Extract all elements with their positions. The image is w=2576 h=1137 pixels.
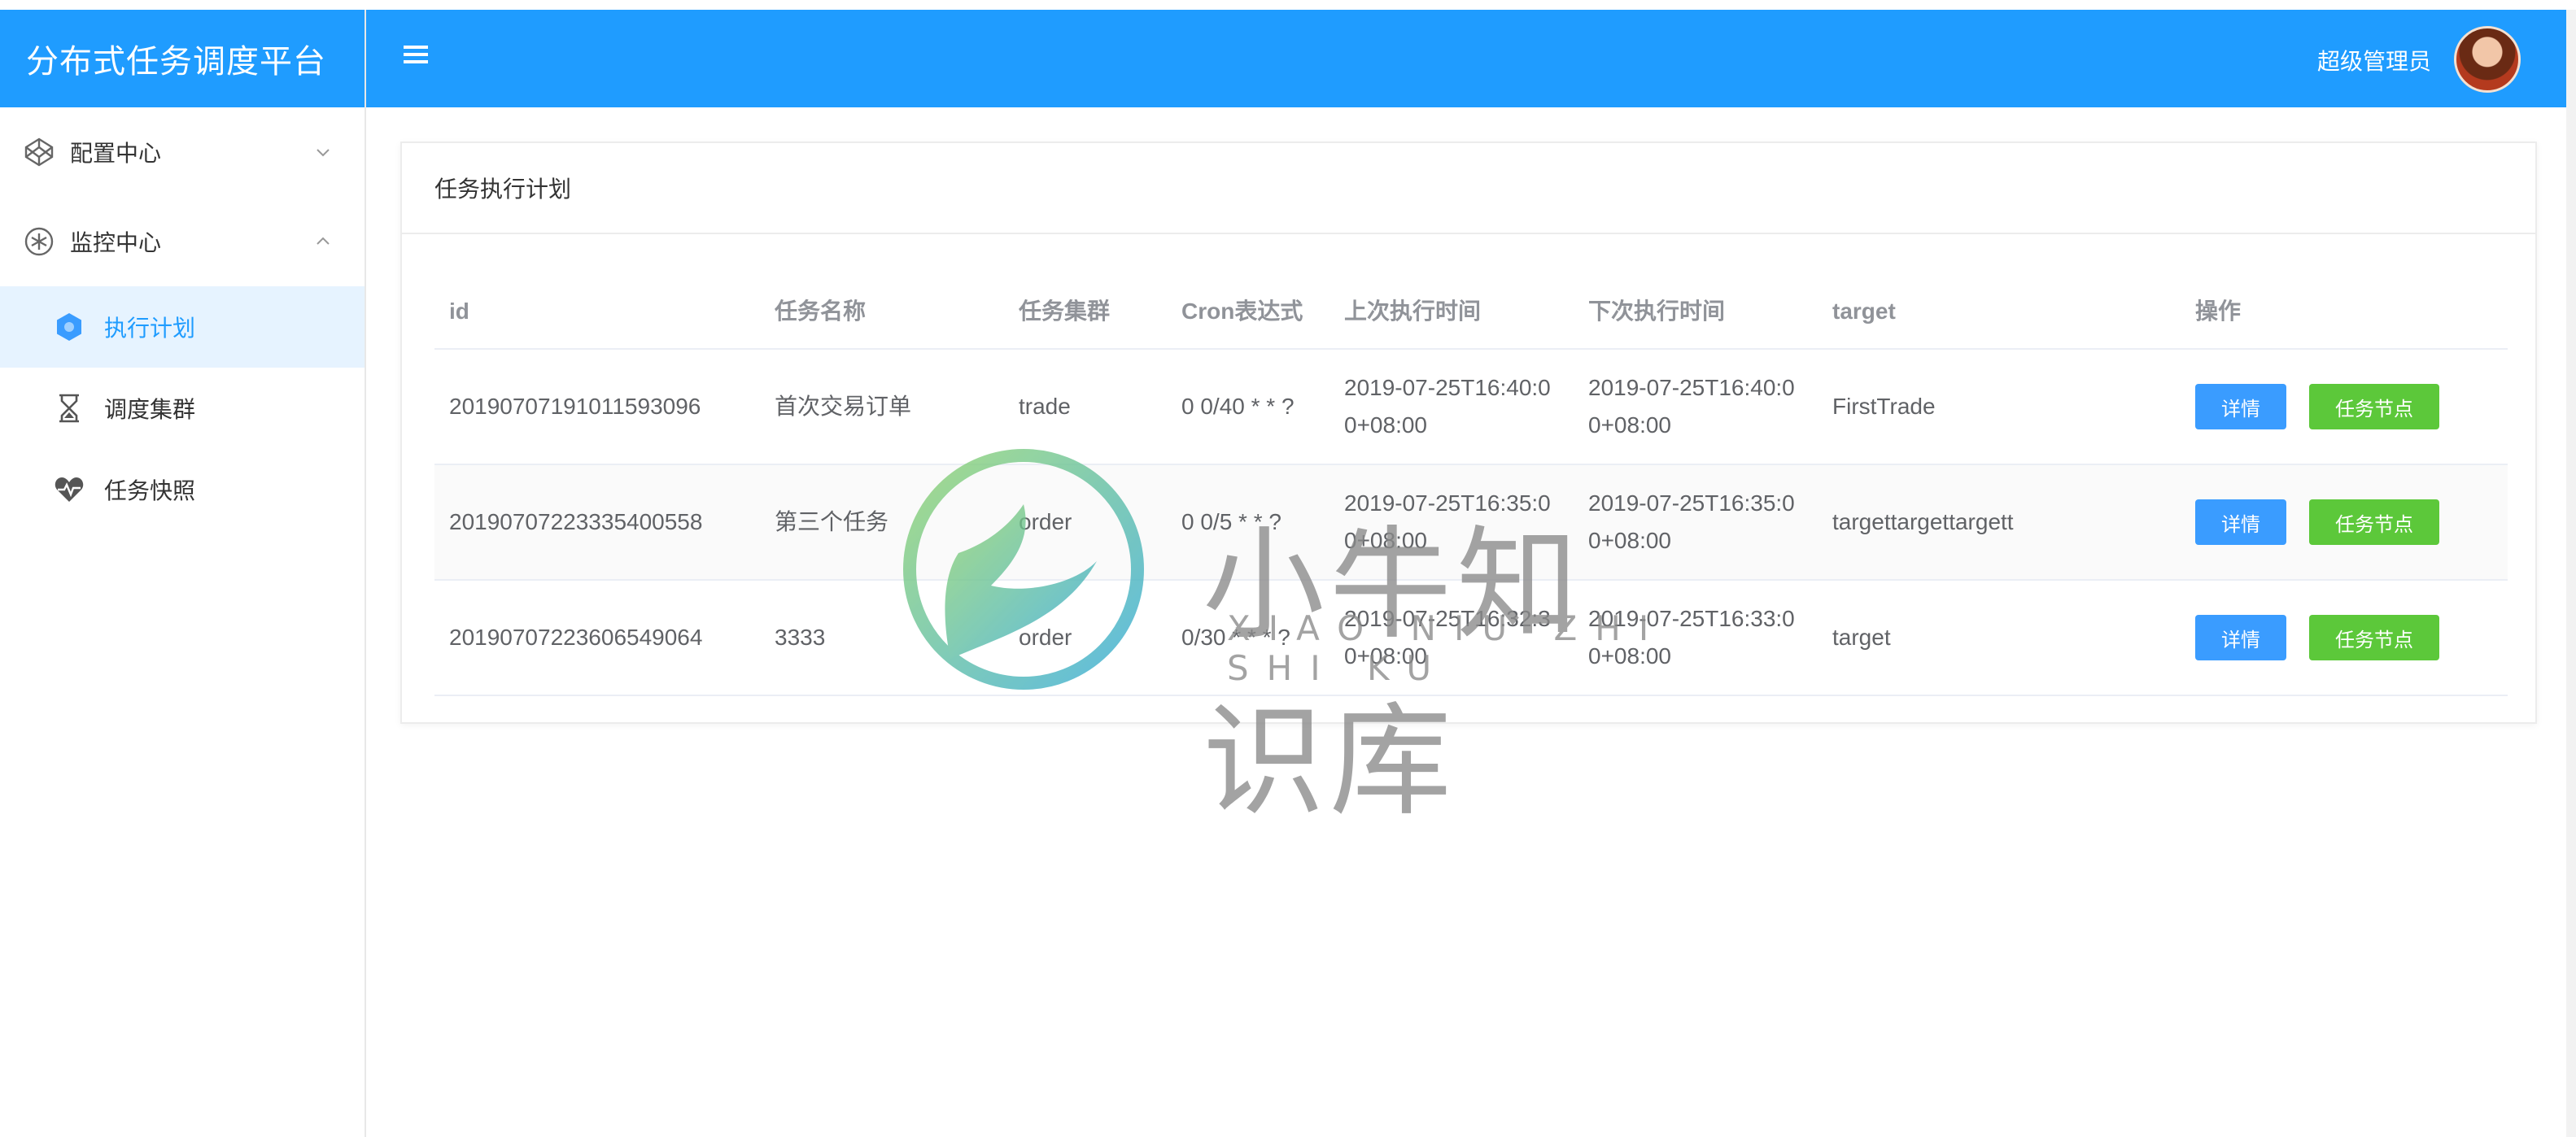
column-header-id: id [449, 298, 469, 324]
column-header-next-run: 下次执行时间 [1588, 298, 1726, 324]
table-header: id 任务名称 任务集群 Cron表达式 上次执行时间 下次执行时间 targe… [434, 275, 2508, 350]
card-title: 任务执行计划 [402, 143, 2535, 234]
cell-name: 首次交易订单 [775, 394, 912, 419]
task-nodes-button[interactable]: 任务节点 [2309, 384, 2439, 429]
column-header-actions: 操作 [2195, 298, 2242, 324]
column-header-last-run: 上次执行时间 [1344, 298, 1482, 324]
detail-button[interactable]: 详情 [2195, 499, 2286, 545]
heartbeat-icon [54, 474, 85, 505]
avatar[interactable] [2454, 26, 2521, 93]
cell-actions: 详情 任务节点 [2181, 615, 2506, 660]
sidebar-item-cluster[interactable]: 调度集群 [0, 368, 365, 449]
cell-target: FirstTrade [1832, 394, 1936, 419]
column-header-target: target [1832, 298, 1896, 324]
chevron-down-icon [317, 149, 330, 157]
cell-id: 20190707191011593096 [449, 394, 701, 419]
top-header: 超级管理员 [366, 10, 2576, 107]
hexagon-icon [54, 311, 85, 342]
chevron-up-icon [317, 237, 330, 245]
task-nodes-button[interactable]: 任务节点 [2309, 615, 2439, 660]
menu-group-monitor[interactable]: 监控中心 [0, 197, 365, 286]
cell-target: target [1832, 625, 1891, 650]
detail-button[interactable]: 详情 [2195, 384, 2286, 429]
execution-plan-card: 任务执行计划 id 任务名称 任务集群 Cron表达式 上次执行时间 下次执行时… [400, 142, 2537, 724]
monitor-icon [23, 225, 55, 258]
cell-name: 3333 [775, 625, 826, 650]
hamburger-icon[interactable] [404, 46, 428, 70]
table-row: 20190707223606549064 3333 order 0/30 * *… [434, 581, 2508, 696]
cell-actions: 详情 任务节点 [2181, 384, 2506, 429]
detail-button[interactable]: 详情 [2195, 615, 2286, 660]
menu-group-config[interactable]: 配置中心 [0, 107, 365, 197]
sidebar-item-snapshot[interactable]: 任务快照 [0, 449, 365, 530]
column-header-name: 任务名称 [775, 298, 867, 324]
app-page: 分布式任务调度平台 配置中心 监控中心 执行计划 调度集群 任务快照 超级管理员… [0, 0, 2576, 1137]
sidebar-item-label: 任务快照 [104, 478, 196, 503]
cell-actions: 详情 任务节点 [2181, 499, 2506, 545]
codepen-icon [23, 136, 55, 168]
table-row: 20190707223335400558 第三个任务 order 0 0/5 *… [434, 465, 2508, 581]
task-nodes-button[interactable]: 任务节点 [2309, 499, 2439, 545]
sidebar-item-execution-plan[interactable]: 执行计划 [0, 286, 365, 368]
cell-cluster: order [1019, 625, 1072, 650]
cell-last-run: 2019-07-25T16:32:30+08:00 [1344, 606, 1551, 669]
cell-cron: 0 0/40 * * ? [1181, 394, 1295, 419]
cell-name: 第三个任务 [775, 509, 889, 534]
top-strip [0, 0, 2576, 10]
cell-next-run: 2019-07-25T16:40:00+08:00 [1588, 375, 1795, 438]
cell-next-run: 2019-07-25T16:35:00+08:00 [1588, 490, 1795, 553]
menu-group-config-label: 配置中心 [70, 141, 162, 166]
table-row: 20190707191011593096 首次交易订单 trade 0 0/40… [434, 350, 2508, 465]
cell-id: 20190707223606549064 [449, 625, 703, 650]
cell-cluster: trade [1019, 394, 1071, 419]
execution-plan-table: id 任务名称 任务集群 Cron表达式 上次执行时间 下次执行时间 targe… [434, 275, 2508, 696]
cell-target: targettargettargett [1832, 509, 2014, 534]
user-name[interactable]: 超级管理员 [2317, 44, 2431, 76]
cell-cron: 0 0/5 * * ? [1181, 509, 1281, 534]
scrollbar-track[interactable] [2566, 10, 2576, 1137]
menu-group-monitor-label: 监控中心 [70, 230, 162, 255]
cell-id: 20190707223335400558 [449, 509, 703, 534]
sidebar-item-label: 调度集群 [104, 397, 196, 422]
cell-next-run: 2019-07-25T16:33:00+08:00 [1588, 606, 1795, 669]
cell-last-run: 2019-07-25T16:35:00+08:00 [1344, 490, 1551, 553]
app-logo-title[interactable]: 分布式任务调度平台 [0, 10, 365, 107]
column-header-cron: Cron表达式 [1181, 298, 1303, 324]
cell-last-run: 2019-07-25T16:40:00+08:00 [1344, 375, 1551, 438]
sidebar: 分布式任务调度平台 配置中心 监控中心 执行计划 调度集群 任务快照 [0, 10, 366, 1137]
cell-cron: 0/30 * * * ? [1181, 625, 1290, 650]
hourglass-icon [54, 393, 85, 424]
cell-cluster: order [1019, 509, 1072, 534]
sidebar-item-label: 执行计划 [104, 316, 196, 341]
column-header-cluster: 任务集群 [1019, 298, 1111, 324]
